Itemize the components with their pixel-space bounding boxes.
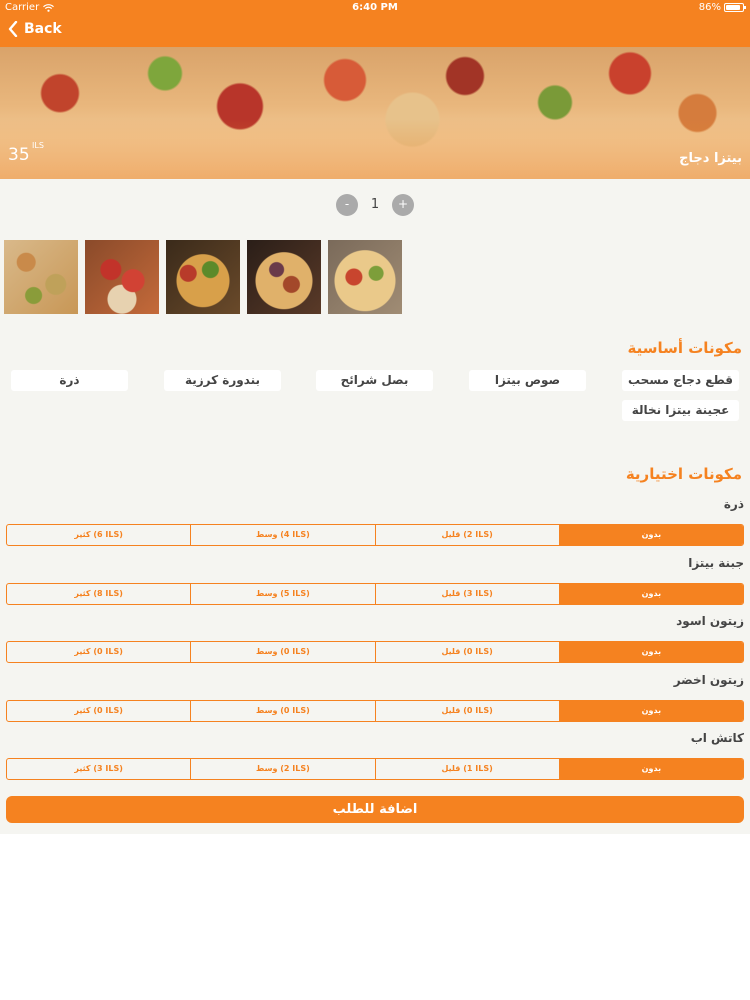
navigation-bar: Carrier 6:40 PM 86% Back: [0, 0, 750, 47]
option-segment[interactable]: وسط (2 ILS): [190, 759, 374, 779]
gallery-thumbnail[interactable]: [166, 240, 240, 314]
ingredient-chip: بصل شرائح: [316, 370, 433, 391]
product-hero-image: 35 ILS بيتزا دجاج: [0, 47, 750, 179]
option-segmented-control: بدون قليل (1 ILS) وسط (2 ILS) كثير (3 ILS): [6, 758, 744, 780]
image-gallery: [4, 240, 402, 314]
option-segment[interactable]: قليل (0 ILS): [374, 642, 559, 662]
option-group-label: كاتش اب: [690, 731, 744, 745]
increase-quantity-button[interactable]: +: [392, 194, 414, 216]
option-segment[interactable]: بدون: [558, 700, 743, 721]
product-details: - 1 + مكونات أساسية قطع دجاج مسحب صوص بيت…: [0, 179, 750, 834]
ingredient-chip: عجينة بيتزا نخالة: [622, 400, 739, 421]
basic-ingredients-list: قطع دجاج مسحب صوص بيتزا بصل شرائح بندورة كر…: [0, 370, 750, 430]
option-segment[interactable]: وسط (5 ILS): [190, 583, 374, 604]
gallery-thumbnail[interactable]: [85, 240, 159, 314]
add-to-order-button[interactable]: اضافة للطلب: [6, 796, 744, 823]
back-label: Back: [24, 21, 62, 37]
quantity-stepper: - 1 +: [0, 194, 750, 216]
battery-percent: 86%: [698, 2, 721, 13]
quantity-value: 1: [370, 197, 380, 212]
option-group-label: ذرة: [723, 497, 744, 511]
option-group-label: زيتون اسود: [676, 614, 744, 628]
option-segment[interactable]: وسط (0 ILS): [190, 700, 374, 721]
ingredient-chip: صوص بيتزا: [469, 370, 586, 391]
price-currency: ILS: [32, 141, 44, 150]
gallery-thumbnail[interactable]: [4, 240, 78, 314]
option-segment[interactable]: وسط (0 ILS): [190, 642, 374, 662]
gallery-thumbnail[interactable]: [247, 240, 321, 314]
price-value: 35: [8, 145, 30, 165]
decrease-quantity-button[interactable]: -: [336, 194, 358, 216]
option-segment[interactable]: قليل (1 ILS): [374, 759, 559, 779]
ingredient-chip: قطع دجاج مسحب: [622, 370, 739, 391]
option-segment[interactable]: بدون: [558, 525, 743, 545]
option-segmented-control: بدون قليل (2 ILS) وسط (4 ILS) كثير (6 ILS): [6, 524, 744, 546]
back-button[interactable]: Back: [8, 21, 62, 37]
option-group-label: زيتون اخضر: [673, 672, 744, 687]
option-segment[interactable]: كثير (8 ILS): [7, 584, 190, 604]
option-segment[interactable]: قليل (3 ILS): [374, 583, 559, 604]
option-segment[interactable]: كثير (6 ILS): [7, 525, 190, 545]
option-segment[interactable]: كثير (0 ILS): [7, 642, 190, 662]
product-name: بيتزا دجاج: [679, 151, 742, 166]
option-segmented-control: بدون قليل (0 ILS) وسط (0 ILS) كثير (0 ILS): [6, 699, 744, 722]
option-group-label: جبنة بيتزا: [688, 555, 744, 570]
option-segment[interactable]: وسط (4 ILS): [190, 525, 374, 545]
optional-ingredients-title: مكونات اختيارية: [625, 465, 742, 483]
option-segment[interactable]: قليل (2 ILS): [374, 525, 559, 545]
product-price: 35 ILS: [8, 141, 44, 165]
chevron-left-icon: [8, 21, 18, 37]
option-segment[interactable]: كثير (0 ILS): [7, 701, 190, 721]
option-segment[interactable]: بدون: [558, 642, 743, 662]
status-bar: Carrier 6:40 PM 86%: [0, 0, 750, 16]
ingredient-chip: بندورة كرزية: [164, 370, 281, 391]
battery-fill: [726, 5, 740, 10]
option-segment[interactable]: قليل (0 ILS): [374, 700, 559, 721]
ingredient-chip: ذرة: [11, 370, 128, 391]
option-segmented-control: بدون قليل (3 ILS) وسط (5 ILS) كثير (8 ILS): [6, 582, 744, 605]
basic-ingredients-title: مكونات أساسية: [627, 339, 742, 357]
option-segment[interactable]: كثير (3 ILS): [7, 759, 190, 779]
option-segment[interactable]: بدون: [558, 759, 743, 779]
clock: 6:40 PM: [352, 2, 398, 13]
gallery-thumbnail[interactable]: [328, 240, 402, 314]
option-segmented-control: بدون قليل (0 ILS) وسط (0 ILS) كثير (0 ILS): [6, 641, 744, 663]
battery-icon: [724, 3, 746, 12]
option-segment[interactable]: بدون: [558, 583, 743, 604]
